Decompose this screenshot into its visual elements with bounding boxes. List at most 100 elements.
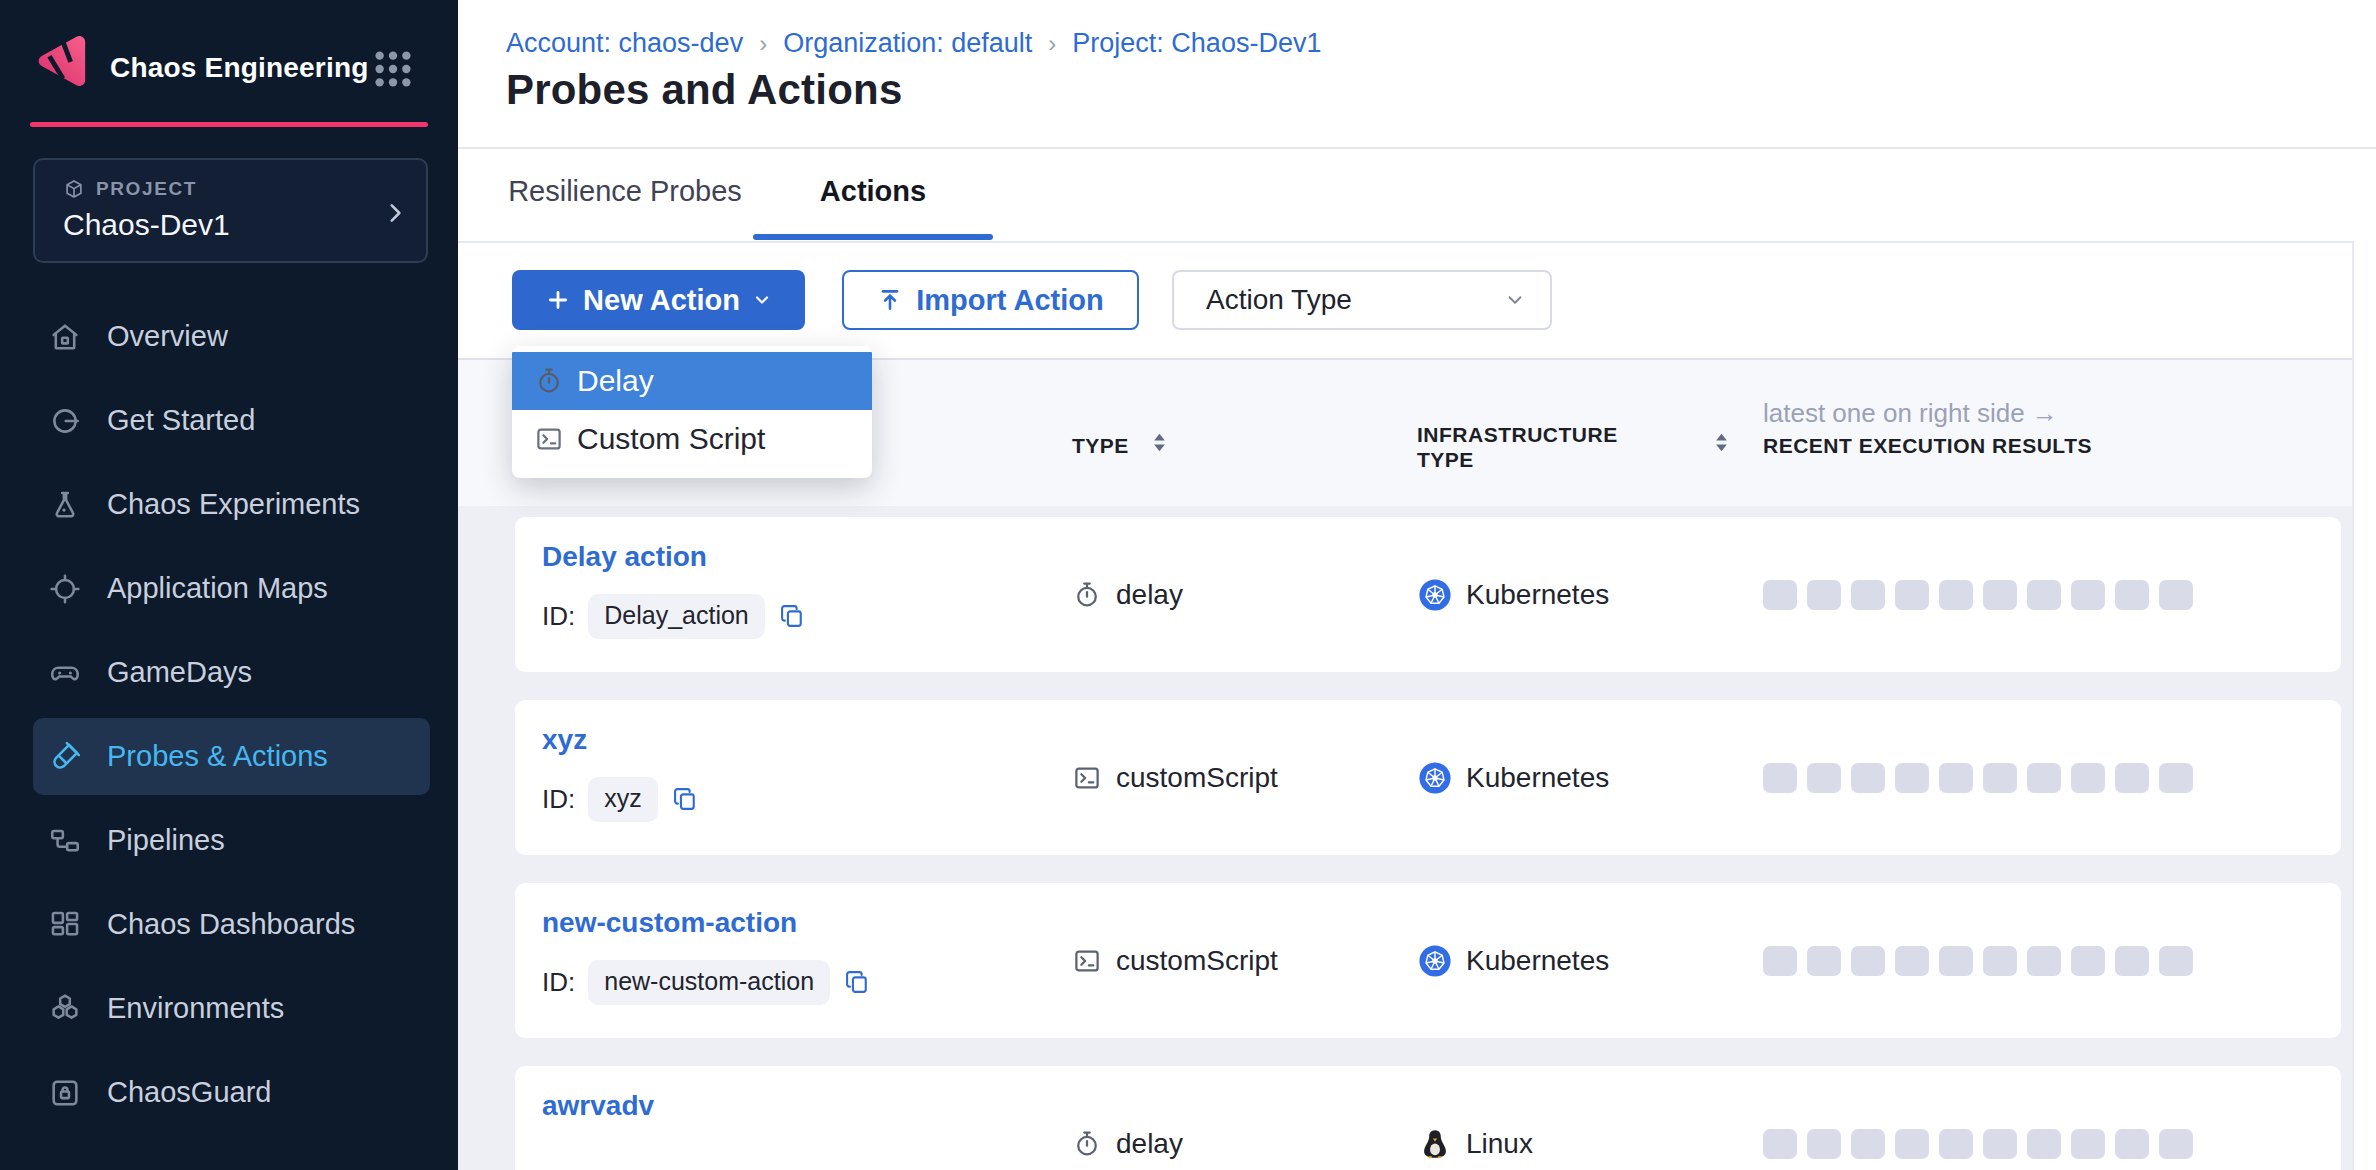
- action-name-link[interactable]: Delay action: [542, 541, 707, 573]
- sidebar-item-application-maps[interactable]: Application Maps: [33, 550, 430, 627]
- action-row: new-custom-actionID:new-custom-actioncus…: [515, 883, 2341, 1038]
- sidebar-item-environments[interactable]: Environments: [33, 970, 430, 1047]
- execution-result-placeholder: [2159, 946, 2193, 976]
- sort-icon[interactable]: [1712, 432, 1731, 453]
- stopwatch-icon: [534, 366, 564, 396]
- project-selector[interactable]: PROJECT Chaos-Dev1: [33, 158, 428, 263]
- chevron-down-icon: [1504, 289, 1526, 311]
- get-started-icon: [48, 404, 82, 438]
- action-type-cell: delay: [1072, 517, 1183, 672]
- sidebar: Chaos Engineering PROJECT: [0, 0, 458, 1170]
- sidebar-item-overview[interactable]: Overview: [33, 298, 430, 375]
- sidebar-item-get-started[interactable]: Get Started: [33, 382, 430, 459]
- upload-icon: [877, 287, 903, 313]
- execution-result-placeholder: [2159, 1129, 2193, 1159]
- action-type-value: customScript: [1116, 762, 1278, 794]
- copy-icon[interactable]: [778, 602, 806, 630]
- execution-result-placeholder: [2071, 946, 2105, 976]
- sidebar-item-label: GameDays: [107, 656, 252, 689]
- sidebar-item-label: Probes & Actions: [107, 740, 328, 773]
- sidebar-item-label: Overview: [107, 320, 228, 353]
- app-root: Chaos Engineering PROJECT: [0, 0, 2376, 1170]
- copy-icon[interactable]: [671, 785, 699, 813]
- execution-result-placeholder: [1807, 580, 1841, 610]
- menu-item-custom-script[interactable]: Custom Script: [512, 410, 872, 468]
- project-name: Chaos-Dev1: [63, 208, 230, 242]
- action-id-value: xyz: [588, 777, 658, 822]
- project-label: PROJECT: [96, 178, 197, 200]
- action-name-link[interactable]: xyz: [542, 724, 587, 756]
- infrastructure-cell: Kubernetes: [1418, 883, 1609, 1038]
- breadcrumb-link[interactable]: Project: Chaos-Dev1: [1072, 28, 1321, 59]
- recent-results-cell: [1763, 1066, 2193, 1170]
- scrollbar[interactable]: [2352, 241, 2376, 1170]
- action-type-select[interactable]: Action Type: [1172, 270, 1552, 330]
- id-label: ID:: [542, 601, 575, 632]
- breadcrumb-separator: ›: [1048, 30, 1056, 58]
- action-row: awrvadv delay Linux: [515, 1066, 2341, 1170]
- recent-results-cell: [1763, 700, 2193, 855]
- probe-icon: [48, 740, 82, 774]
- main-area: Account: chaos-dev › Organization: default…: [458, 0, 2376, 1170]
- action-row: Delay actionID:Delay_actiondelayKubernet…: [515, 517, 2341, 672]
- copy-icon[interactable]: [843, 968, 871, 996]
- execution-result-placeholder: [1851, 763, 1885, 793]
- execution-result-placeholder: [1763, 946, 1797, 976]
- sidebar-item-label: ChaosGuard: [107, 1076, 271, 1109]
- execution-result-placeholder: [1763, 580, 1797, 610]
- new-action-button[interactable]: New Action: [512, 270, 805, 330]
- execution-result-placeholder: [1895, 946, 1929, 976]
- infrastructure-cell: Linux: [1418, 1066, 1533, 1170]
- execution-result-placeholder: [1939, 1129, 1973, 1159]
- sidebar-item-pipelines[interactable]: Pipelines: [33, 802, 430, 879]
- terminal-icon: [1072, 946, 1102, 976]
- execution-result-placeholder: [1983, 580, 2017, 610]
- action-type-cell: delay: [1072, 1066, 1183, 1170]
- execution-result-placeholder: [2027, 580, 2061, 610]
- execution-result-placeholder: [2115, 580, 2149, 610]
- execution-result-placeholder: [2027, 763, 2061, 793]
- execution-result-placeholder: [1807, 763, 1841, 793]
- tab-resilience-probes[interactable]: Resilience Probes: [497, 160, 753, 222]
- recent-results-cell: [1763, 883, 2193, 1038]
- action-name-link[interactable]: awrvadv: [542, 1090, 654, 1122]
- breadcrumb: Account: chaos-dev › Organization: default…: [506, 28, 1321, 59]
- sort-icon[interactable]: [1150, 432, 1169, 453]
- app-maps-icon: [48, 572, 82, 606]
- app-switcher-icon[interactable]: [372, 48, 414, 90]
- sidebar-item-chaos-experiments[interactable]: Chaos Experiments: [33, 466, 430, 543]
- execution-result-placeholder: [1807, 946, 1841, 976]
- column-header-type[interactable]: TYPE: [1072, 434, 1129, 458]
- infrastructure-cell: Kubernetes: [1418, 700, 1609, 855]
- execution-result-placeholder: [2027, 1129, 2061, 1159]
- infrastructure-value: Linux: [1466, 1128, 1533, 1160]
- pipelines-icon: [48, 824, 82, 858]
- tab-actions[interactable]: Actions: [753, 160, 993, 222]
- infrastructure-value: Kubernetes: [1466, 579, 1609, 611]
- chaos-engineering-logo-icon: [30, 32, 92, 90]
- flask-icon: [48, 488, 82, 522]
- kubernetes-icon: [1418, 761, 1452, 795]
- execution-result-placeholder: [2027, 946, 2061, 976]
- sidebar-item-label: Environments: [107, 992, 284, 1025]
- action-type-cell: customScript: [1072, 700, 1278, 855]
- menu-item-delay[interactable]: Delay: [512, 352, 872, 410]
- action-type-cell: customScript: [1072, 883, 1278, 1038]
- tabs-divider: [458, 241, 2376, 243]
- import-action-button[interactable]: Import Action: [842, 270, 1139, 330]
- linux-icon: [1418, 1127, 1452, 1161]
- kubernetes-icon: [1418, 578, 1452, 612]
- sidebar-item-gamedays[interactable]: GameDays: [33, 634, 430, 711]
- sidebar-item-label: Chaos Experiments: [107, 488, 360, 521]
- sidebar-item-chaos-dashboards[interactable]: Chaos Dashboards: [33, 886, 430, 963]
- action-name-link[interactable]: new-custom-action: [542, 907, 797, 939]
- column-header-infrastructure-type[interactable]: INFRASTRUCTURE TYPE: [1417, 422, 1652, 472]
- breadcrumb-link[interactable]: Organization: default: [783, 28, 1032, 59]
- brand-row: Chaos Engineering: [30, 30, 440, 106]
- execution-result-placeholder: [1983, 1129, 2017, 1159]
- id-label: ID:: [542, 784, 575, 815]
- sidebar-item-probes-actions[interactable]: Probes & Actions: [33, 718, 430, 795]
- sidebar-item-chaosguard[interactable]: ChaosGuard: [33, 1054, 430, 1131]
- breadcrumb-link[interactable]: Account: chaos-dev: [506, 28, 743, 59]
- header-divider: [458, 147, 2376, 149]
